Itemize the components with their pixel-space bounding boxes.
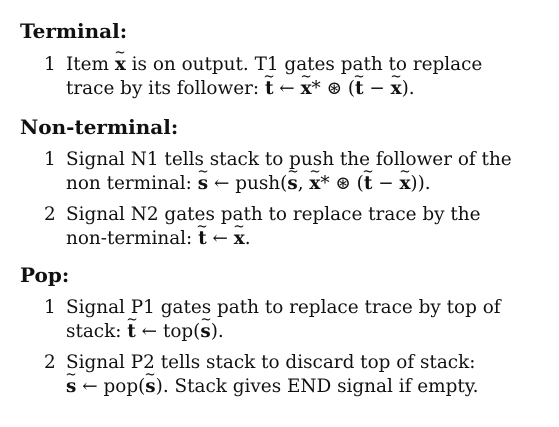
math-minus: − bbox=[363, 78, 391, 99]
item-line-1: Signal P2 tells stack to discard top of … bbox=[66, 352, 476, 373]
math-operator: * ⊛ ( bbox=[311, 78, 356, 99]
math-arrow: ← bbox=[213, 173, 230, 194]
math-x-tilde: x bbox=[115, 53, 126, 77]
item-text: stack: bbox=[66, 321, 122, 342]
item-line-1: Signal N1 tells stack to push the follow… bbox=[66, 149, 512, 170]
item-line-2: non-terminal: t ← x. bbox=[66, 227, 542, 251]
section-heading-non-terminal: Non-terminal: bbox=[20, 115, 179, 139]
item-text: trace by its follower: bbox=[66, 78, 260, 99]
section-heading-pop: Pop: bbox=[20, 263, 70, 287]
item-number: 1 bbox=[44, 149, 56, 170]
math-function: pop( bbox=[103, 376, 146, 397]
math-t-tilde: t bbox=[364, 172, 373, 196]
math-x-tilde: x bbox=[309, 172, 320, 196]
math-t-tilde: t bbox=[355, 77, 364, 101]
item-text: ). Stack gives END signal if empty. bbox=[155, 376, 479, 397]
math-arrow: ← bbox=[82, 376, 98, 397]
item-number: 1 bbox=[44, 297, 56, 318]
item-text: non terminal: bbox=[66, 173, 192, 194]
math-t-tilde: t bbox=[265, 77, 274, 101]
item-body: Signal P2 tells stack to discard top of … bbox=[66, 351, 542, 399]
math-expression: s ← push(s, x* ⊛ (t − x)). bbox=[198, 173, 431, 194]
math-x-tilde: x bbox=[391, 77, 402, 101]
math-x-tilde: x bbox=[301, 77, 312, 101]
math-close: ). bbox=[401, 78, 415, 99]
math-expression: s ← pop(s bbox=[66, 376, 156, 397]
math-s-tilde: s bbox=[66, 375, 76, 399]
math-s-tilde: s bbox=[198, 172, 208, 196]
math-expression: t ← top(s). bbox=[127, 321, 223, 342]
item-line-2: s ← pop(s). Stack gives END signal if em… bbox=[66, 375, 542, 399]
math-close: )). bbox=[410, 173, 431, 194]
math-minus: − bbox=[372, 173, 400, 194]
item-body: Signal N1 tells stack to push the follow… bbox=[66, 148, 542, 196]
item-body: Signal N2 gates path to replace trace by… bbox=[66, 203, 542, 251]
item-body: Signal P1 gates path to replace trace by… bbox=[66, 296, 542, 344]
item-text: non-terminal: bbox=[66, 228, 193, 249]
math-t-tilde: t bbox=[198, 227, 207, 251]
document-page: Terminal: 1 Item x is on output. T1 gate… bbox=[0, 0, 559, 427]
item-number: 2 bbox=[44, 352, 56, 373]
math-arrow: ← bbox=[279, 78, 295, 99]
math-close: ). bbox=[210, 321, 224, 342]
item-line-2: trace by its follower: t ← x* ⊛ (t − x). bbox=[66, 77, 542, 101]
item-line-2: stack: t ← top(s). bbox=[66, 320, 542, 344]
item-text: Item bbox=[66, 54, 109, 75]
item-number: 2 bbox=[44, 204, 56, 225]
item-body: Item x is on output. T1 gates path to re… bbox=[66, 53, 542, 101]
item-line-2: non terminal: s ← push(s, x* ⊛ (t − x)). bbox=[66, 172, 542, 196]
math-comma: , bbox=[297, 173, 310, 194]
math-expression: t ← x. bbox=[198, 228, 250, 249]
math-t-tilde: t bbox=[127, 320, 136, 344]
math-x-tilde: x bbox=[399, 172, 410, 196]
section-heading-terminal: Terminal: bbox=[20, 19, 128, 43]
math-expression: t ← x* ⊛ (t − x). bbox=[265, 78, 415, 99]
math-arrow: ← bbox=[141, 321, 158, 342]
math-x-tilde: x bbox=[234, 227, 245, 251]
math-function: top( bbox=[162, 321, 201, 342]
item-line-1: Signal N2 gates path to replace trace by… bbox=[66, 204, 481, 225]
math-close: . bbox=[244, 228, 251, 249]
math-s-tilde: s bbox=[287, 172, 297, 196]
math-function: push( bbox=[235, 173, 288, 194]
math-s-tilde: s bbox=[200, 320, 210, 344]
item-number: 1 bbox=[44, 54, 56, 75]
math-s-tilde: s bbox=[145, 375, 155, 399]
math-operator: * ⊛ ( bbox=[320, 173, 364, 194]
math-arrow: ← bbox=[212, 228, 228, 249]
